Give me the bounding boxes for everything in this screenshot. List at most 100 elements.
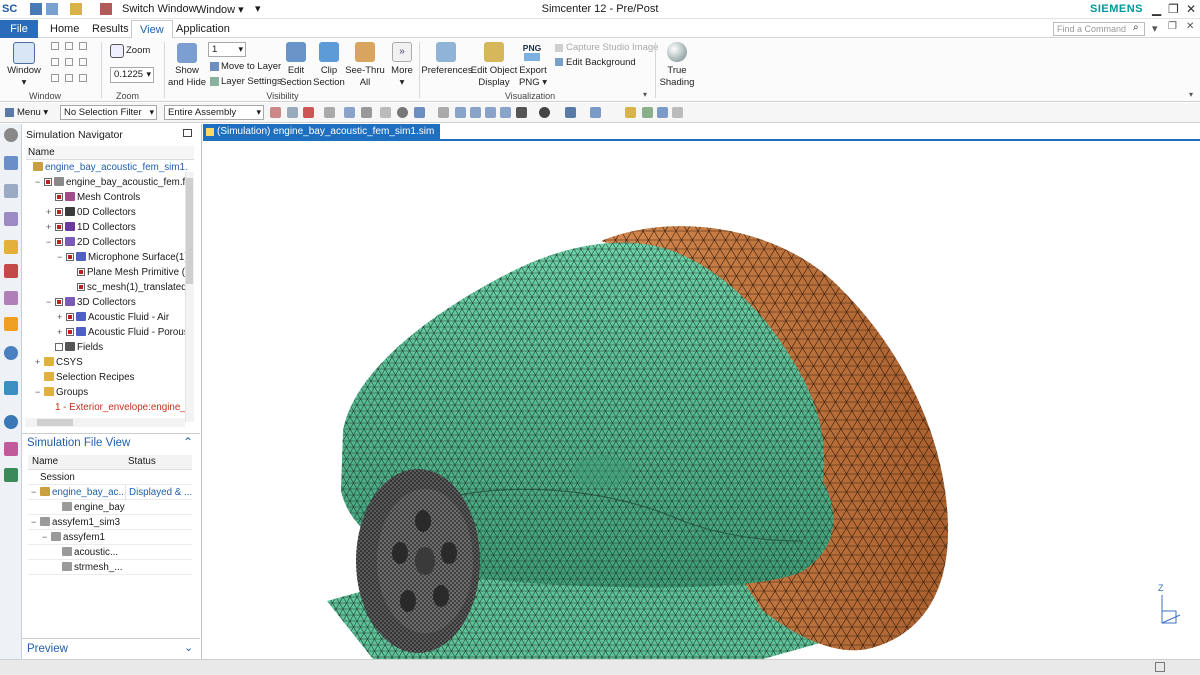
palette-icon[interactable]	[4, 442, 18, 456]
sim-file-status-column[interactable]: Status	[128, 456, 156, 467]
render-style-icon[interactable]	[516, 107, 527, 118]
visibility-checkbox[interactable]	[66, 313, 74, 321]
true-shading-icon[interactable]	[667, 42, 687, 62]
full-screen-icon[interactable]	[1155, 662, 1165, 672]
minimize-icon[interactable]: ▁	[1152, 2, 1161, 16]
see-thru-label-2[interactable]: All	[344, 77, 386, 89]
tree-item[interactable]: − 3D Collectors	[24, 295, 188, 310]
reuse-library-icon[interactable]	[4, 240, 18, 254]
edit-section-label-2[interactable]: Section	[279, 77, 313, 89]
move-to-layer-icon[interactable]	[210, 62, 219, 71]
edit-background-icon[interactable]	[555, 58, 563, 66]
visibility-checkbox[interactable]	[44, 178, 52, 186]
filter-tool-icon[interactable]	[287, 107, 298, 118]
clipboard-icon[interactable]	[70, 3, 82, 15]
rectangle-select-icon[interactable]	[303, 107, 314, 118]
layer-visibility-icon[interactable]	[590, 107, 601, 118]
tree-item[interactable]: Fields	[24, 340, 188, 355]
window-button-label[interactable]: Window	[5, 65, 43, 77]
table-row[interactable]: acoustic...	[28, 545, 192, 560]
settings-icon[interactable]	[4, 128, 18, 142]
window-layout-grid[interactable]	[51, 42, 77, 88]
constraint-icon[interactable]	[657, 107, 668, 118]
switch-window-button[interactable]: Switch Window	[122, 3, 197, 15]
more-dropdown-icon[interactable]: ▾	[388, 77, 416, 89]
edit-section-icon[interactable]	[286, 42, 306, 62]
true-shading-label-2[interactable]: Shading	[658, 77, 696, 89]
fem-mesh-model[interactable]: Z	[203, 141, 1200, 659]
visibility-checkbox[interactable]	[55, 343, 63, 351]
select-tool-icon[interactable]	[270, 107, 281, 118]
tree-expander-icon[interactable]: −	[35, 175, 44, 190]
web-browser-icon[interactable]	[4, 346, 18, 360]
quick-access-more-icon[interactable]: ▾	[255, 2, 261, 15]
wheel-mesh[interactable]	[356, 469, 480, 653]
edit-object-display-label-2[interactable]: Display	[470, 77, 518, 89]
sim-file-view-collapse-icon[interactable]: ⌃	[183, 435, 193, 449]
zoom-icon[interactable]	[110, 44, 124, 58]
edit-object-display-icon[interactable]	[484, 42, 504, 62]
tree-expander-icon[interactable]: −	[57, 250, 66, 265]
constraint-navigator-icon[interactable]	[4, 291, 18, 305]
navigator-maximize-icon[interactable]	[183, 129, 192, 137]
visibility-checkbox[interactable]	[77, 268, 85, 276]
tree-item[interactable]: Selection Recipes	[24, 370, 188, 385]
window-dropdown-icon[interactable]: ▾	[5, 77, 43, 89]
clock-icon[interactable]	[4, 415, 18, 429]
show-and-hide-icon[interactable]	[177, 43, 197, 63]
ribbon-options-icon[interactable]: ▾	[1152, 22, 1158, 35]
find-command-input[interactable]: Find a Command	[1053, 22, 1145, 36]
tree-expander-icon[interactable]: +	[46, 220, 55, 235]
shaded-icon[interactable]	[539, 107, 550, 118]
visibility-checkbox[interactable]	[55, 223, 63, 231]
navigator-scroll-thumb[interactable]	[186, 178, 193, 284]
table-row[interactable]: − assyfem1	[28, 530, 192, 545]
tree-item[interactable]: + CSYS	[24, 355, 188, 370]
visibility-checkbox[interactable]	[66, 328, 74, 336]
undo-icon[interactable]	[46, 3, 58, 15]
true-shading-label-1[interactable]: True	[658, 65, 696, 77]
navigator-hscrollbar[interactable]	[25, 418, 185, 427]
preview-expand-icon[interactable]: ⌄	[184, 641, 193, 654]
simulation-navigator-icon[interactable]	[4, 156, 18, 170]
selection-filter-select[interactable]: No Selection Filter	[60, 105, 157, 120]
preview-header[interactable]: Preview ⌄	[22, 638, 200, 658]
clip-section-icon[interactable]	[319, 42, 339, 62]
layer-select[interactable]: 1	[208, 42, 246, 57]
visibility-checkbox[interactable]	[77, 283, 85, 291]
visibility-checkbox[interactable]	[55, 208, 63, 216]
clip-section-label-2[interactable]: Section	[312, 77, 346, 89]
edit-background-button[interactable]: Edit Background	[566, 57, 636, 69]
tree-item[interactable]: − engine_bay_acoustic_fem.fem	[24, 175, 188, 190]
snap-point-icon[interactable]	[344, 107, 355, 118]
tree-expander-icon[interactable]: +	[35, 355, 44, 370]
component-icon[interactable]	[642, 107, 653, 118]
document-tab[interactable]: (Simulation) engine_bay_acoustic_fem_sim…	[203, 124, 451, 140]
ribbon-collapse-icon[interactable]: ▾	[1189, 90, 1193, 99]
window-icon[interactable]	[13, 42, 35, 64]
tab-view[interactable]: View	[131, 20, 173, 38]
sim-file-name-column[interactable]: Name	[32, 456, 58, 467]
view-orient-icon[interactable]	[397, 107, 408, 118]
menu-button[interactable]: Menu ▾	[17, 107, 48, 118]
tab-home[interactable]: Home	[42, 20, 87, 38]
tree-item[interactable]: − Microphone Surface(1)	[24, 250, 188, 265]
tree-item[interactable]: − 2D Collectors	[24, 235, 188, 250]
tree-item[interactable]: + Acoustic Fluid - Air	[24, 310, 188, 325]
assembly-scope-select[interactable]: Entire Assembly	[164, 105, 264, 120]
tree-item[interactable]: Plane Mesh Primitive (1)	[24, 265, 188, 280]
tree-item[interactable]: +1D Collectors	[24, 220, 188, 235]
tree-item[interactable]: sc_mesh(1)_translated(1)	[24, 280, 188, 295]
tree-expander-icon[interactable]: −	[46, 295, 55, 310]
navigator-name-column[interactable]: Name	[28, 147, 55, 158]
view-triad[interactable]: Z	[1158, 583, 1181, 624]
window-arrange-icons[interactable]	[79, 42, 91, 88]
more-button-label[interactable]: More	[388, 65, 416, 77]
visibility-checkbox[interactable]	[55, 298, 63, 306]
table-row[interactable]: strmesh_...	[28, 560, 192, 575]
tree-expander-icon[interactable]: +	[57, 310, 66, 325]
background-icon[interactable]	[565, 107, 576, 118]
zoom-window-icon[interactable]	[455, 107, 466, 118]
visibility-checkbox[interactable]	[66, 253, 74, 261]
more-icon[interactable]: »	[392, 42, 412, 62]
